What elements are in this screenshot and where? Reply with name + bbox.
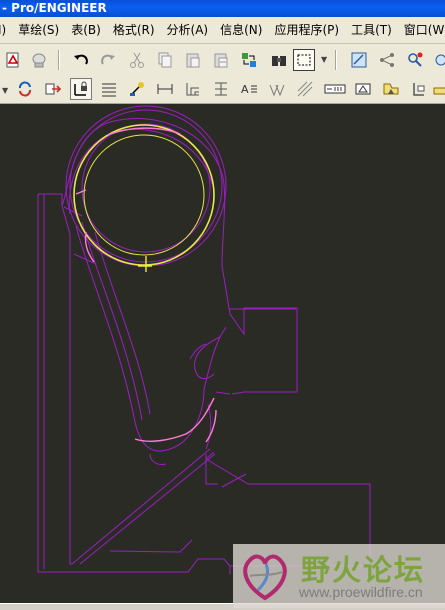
toolbar-separator <box>335 50 337 70</box>
menu-item-tools[interactable]: 工具(T) <box>351 17 398 43</box>
toolbar-area: ▼ ▼ A <box>0 44 445 104</box>
menu-item-sketch[interactable]: 草绘(S) <box>18 17 65 43</box>
ordinate-dim-icon[interactable] <box>182 78 204 100</box>
menu-item-applications[interactable]: 应用程序(P) <box>274 17 345 43</box>
note-icon[interactable]: A <box>238 78 260 100</box>
drawing-view-icon[interactable] <box>348 49 370 71</box>
watermark-title: 野火论坛 <box>301 553 426 587</box>
drawing-geometry <box>37 105 371 574</box>
find-icon[interactable] <box>268 49 290 71</box>
symbol-icon[interactable] <box>408 78 430 100</box>
toolbar-row-1: ▼ <box>0 46 445 75</box>
forum-watermark: 野火论坛 www.proewildfire.cn <box>233 544 445 608</box>
model-info-icon[interactable] <box>404 49 426 71</box>
menu-item-partial[interactable]: I) <box>0 17 12 43</box>
surface-finish-icon[interactable] <box>266 78 288 100</box>
menu-item-format[interactable]: 格式(R) <box>113 17 161 43</box>
paste-special-icon[interactable] <box>210 49 232 71</box>
paste-icon[interactable] <box>182 49 204 71</box>
align-icon[interactable] <box>210 78 232 100</box>
regenerate-icon[interactable] <box>238 49 260 71</box>
export-icon[interactable] <box>42 78 64 100</box>
undo-icon[interactable] <box>70 49 92 71</box>
chevron-down-icon[interactable]: ▼ <box>321 55 327 64</box>
horizontal-dim-icon[interactable] <box>154 78 176 100</box>
relations-icon[interactable] <box>376 49 398 71</box>
menu-bar: I) 草绘(S) 表(B) 格式(R) 分析(A) 信息(N) 应用程序(P) … <box>0 17 445 44</box>
toolbar-separator <box>58 50 60 70</box>
watermark-url: www.proewildfire.cn <box>299 584 423 600</box>
graphics-window[interactable] <box>0 104 445 603</box>
chevron-down-icon[interactable]: ▼ <box>2 86 8 95</box>
window-title: - Pro/ENGINEER <box>2 1 107 15</box>
print-pdf-icon[interactable] <box>2 49 24 71</box>
menu-item-table[interactable]: 表(B) <box>71 17 107 43</box>
hatch-icon[interactable] <box>294 78 316 100</box>
menu-item-window[interactable]: 窗口(W) <box>404 17 445 43</box>
symbol-gallery-icon[interactable] <box>430 78 445 100</box>
lock-view-icon[interactable] <box>70 78 92 100</box>
table-icon[interactable] <box>98 78 120 100</box>
balloon-icon[interactable] <box>380 78 402 100</box>
window-title-bar: - Pro/ENGINEER <box>0 0 445 17</box>
redo-icon[interactable] <box>97 49 119 71</box>
menu-item-analysis[interactable]: 分析(A) <box>167 17 215 43</box>
svg-text:A: A <box>241 83 249 96</box>
selection-box-icon[interactable] <box>293 49 315 71</box>
dimension-icon[interactable] <box>126 78 148 100</box>
zoom-icon[interactable] <box>430 49 445 71</box>
geometric-tolerance-icon[interactable] <box>352 78 374 100</box>
model-tree-icon[interactable] <box>28 49 50 71</box>
forum-logo-icon <box>243 554 287 601</box>
refresh-icon[interactable] <box>14 78 36 100</box>
toolbar-row-2: ▼ A <box>0 75 445 104</box>
datum-feature-icon[interactable] <box>322 78 348 100</box>
menu-item-info[interactable]: 信息(N) <box>220 17 268 43</box>
cut-icon[interactable] <box>126 49 148 71</box>
copy-icon[interactable] <box>154 49 176 71</box>
